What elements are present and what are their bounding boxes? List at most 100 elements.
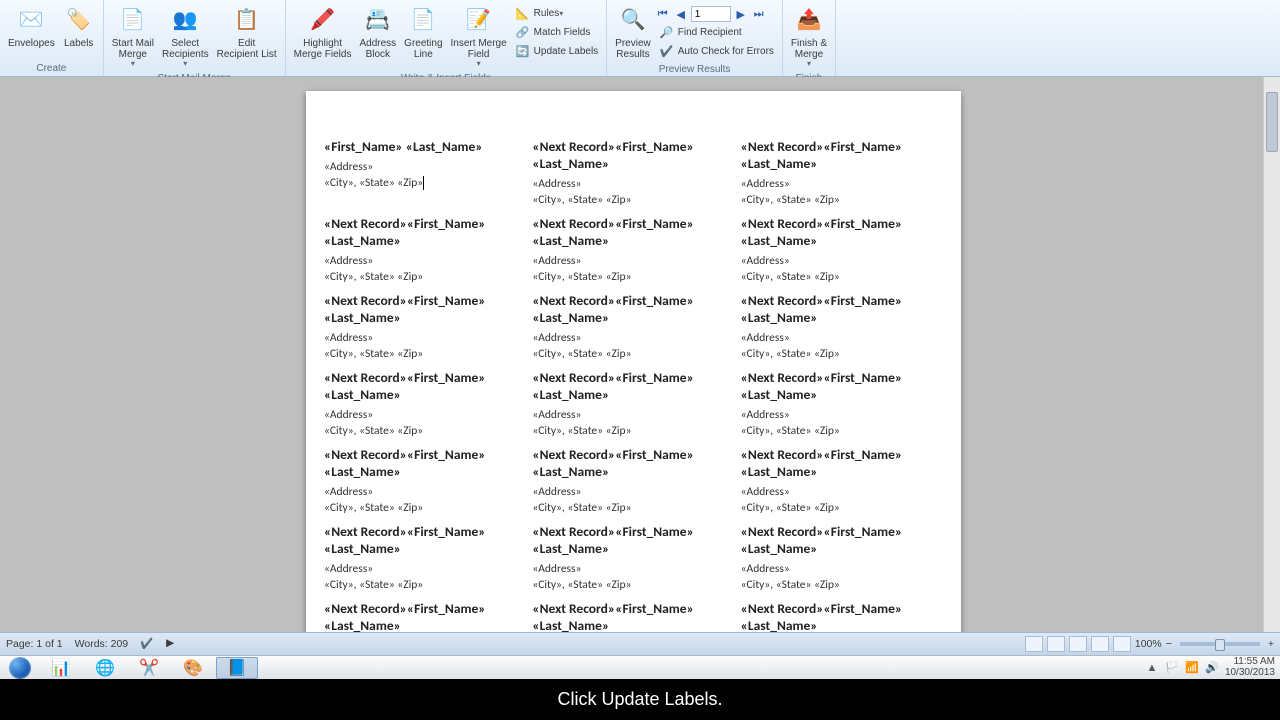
highlight-icon: 🖍️ — [307, 4, 339, 36]
auto-check-button[interactable]: ✔️ Auto Check for Errors — [655, 42, 778, 60]
word-count[interactable]: Words: 209 — [75, 638, 129, 650]
prev-record-button[interactable]: ◀ — [673, 6, 689, 22]
merge-field-citystate: «City», «State» «Zip» — [741, 501, 939, 515]
taskbar-paint-button[interactable]: 🎨 — [172, 657, 214, 679]
label-cell[interactable]: «Next Record»«First_Name» «Last_Name»«Ad… — [532, 601, 734, 632]
label-cell[interactable]: «Next Record»«First_Name» «Last_Name»«Ad… — [324, 524, 526, 601]
page-status[interactable]: Page: 1 of 1 — [6, 638, 63, 650]
tray-up-icon[interactable]: ▲ — [1145, 661, 1159, 675]
paint-icon: 🎨 — [183, 658, 203, 678]
recipients-icon: 👥 — [169, 4, 201, 36]
system-clock[interactable]: 11:55 AM 10/30/2013 — [1225, 657, 1278, 678]
start-mail-merge-button[interactable]: 📄 Start Mail Merge ▾ — [108, 2, 158, 71]
label-cell[interactable]: «Next Record»«First_Name» «Last_Name»«Ad… — [324, 293, 526, 370]
dropdown-arrow-icon: ▾ — [131, 60, 135, 69]
taskbar-word-button[interactable]: 📘 — [216, 657, 258, 679]
highlight-merge-button[interactable]: 🖍️ Highlight Merge Fields — [290, 2, 356, 71]
vertical-scrollbar[interactable] — [1263, 77, 1280, 632]
merge-field-citystate: «City», «State» «Zip» — [741, 193, 939, 207]
taskbar-chrome-button[interactable]: 🌐 — [84, 657, 126, 679]
merge-field-name: «Next Record»«First_Name» «Last_Name» — [741, 601, 939, 632]
label-cell[interactable]: «Next Record»«First_Name» «Last_Name»«Ad… — [532, 216, 734, 293]
next-record-button[interactable]: ▶ — [733, 6, 749, 22]
merge-field-name: «Next Record»«First_Name» «Last_Name» — [324, 293, 522, 327]
zoom-slider[interactable] — [1180, 642, 1260, 646]
label-cell[interactable]: «Next Record»«First_Name» «Last_Name»«Ad… — [741, 370, 943, 447]
clock-time: 11:55 AM — [1225, 657, 1275, 668]
finish-label: Finish & Merge — [791, 38, 827, 60]
tray-flag-icon[interactable]: 🏳️ — [1165, 661, 1179, 675]
insert-merge-field-button[interactable]: 📝 Insert Merge Field ▾ — [447, 2, 511, 71]
label-cell[interactable]: «Next Record»«First_Name» «Last_Name»«Ad… — [324, 216, 526, 293]
merge-field-name: «Next Record»«First_Name» «Last_Name» — [532, 447, 730, 481]
label-cell[interactable]: «Next Record»«First_Name» «Last_Name»«Ad… — [532, 524, 734, 601]
macro-icon[interactable]: ▶ — [166, 637, 180, 651]
merge-field-address: «Address» — [324, 408, 522, 422]
dropdown-arrow-icon: ▾ — [559, 9, 563, 18]
match-fields-button[interactable]: 🔗 Match Fields — [511, 23, 603, 41]
edit-recipient-label: Edit Recipient List — [217, 38, 277, 60]
first-record-button[interactable]: ⏮ — [655, 6, 671, 22]
draft-view-button[interactable] — [1113, 636, 1131, 652]
label-cell[interactable]: «Next Record»«First_Name» «Last_Name»«Ad… — [324, 601, 526, 632]
merge-field-address: «Address» — [532, 177, 730, 191]
zoom-level[interactable]: 100% — [1135, 638, 1162, 650]
print-layout-view-button[interactable] — [1025, 636, 1043, 652]
full-screen-view-button[interactable] — [1047, 636, 1065, 652]
preview-results-button[interactable]: 🔍 Preview Results — [611, 2, 655, 62]
label-cell[interactable]: «Next Record»«First_Name» «Last_Name»«Ad… — [741, 601, 943, 632]
outline-view-button[interactable] — [1091, 636, 1109, 652]
document-page[interactable]: «First_Name» «Last_Name»«Address»«City»,… — [306, 91, 961, 632]
scrollbar-thumb[interactable] — [1266, 92, 1278, 152]
label-cell[interactable]: «Next Record»«First_Name» «Last_Name»«Ad… — [741, 216, 943, 293]
dropdown-arrow-icon: ▾ — [477, 60, 481, 69]
label-cell[interactable]: «Next Record»«First_Name» «Last_Name»«Ad… — [324, 447, 526, 524]
merge-field-address: «Address» — [532, 562, 730, 576]
ribbon-group-write: 🖍️ Highlight Merge Fields 📇 Address Bloc… — [286, 0, 608, 76]
label-cell[interactable]: «Next Record»«First_Name» «Last_Name»«Ad… — [532, 293, 734, 370]
envelopes-button[interactable]: ✉️ Envelopes — [4, 2, 59, 61]
start-button[interactable] — [2, 657, 38, 679]
label-cell[interactable]: «Next Record»«First_Name» «Last_Name»«Ad… — [741, 139, 943, 216]
merge-field-address: «Address» — [324, 160, 522, 174]
label-cell[interactable]: «First_Name» «Last_Name»«Address»«City»,… — [324, 139, 526, 216]
update-labels-label: Update Labels — [534, 46, 599, 57]
greeting-line-button[interactable]: 📄 Greeting Line — [400, 2, 446, 71]
web-layout-view-button[interactable] — [1069, 636, 1087, 652]
label-cell[interactable]: «Next Record»«First_Name» «Last_Name»«Ad… — [741, 447, 943, 524]
label-cell[interactable]: «Next Record»«First_Name» «Last_Name»«Ad… — [532, 139, 734, 216]
application-window: ✉️ Envelopes 🏷️ Labels Create 📄 Start Ma… — [0, 0, 1280, 655]
rules-button[interactable]: 📐 Rules ▾ — [511, 4, 603, 22]
zoom-in-button[interactable]: + — [1268, 638, 1274, 650]
merge-field-address: «Address» — [741, 254, 939, 268]
tray-network-icon[interactable]: 📶 — [1185, 661, 1199, 675]
edit-recipient-list-button[interactable]: 📋 Edit Recipient List — [213, 2, 281, 71]
mail-merge-icon: 📄 — [117, 4, 149, 36]
tray-volume-icon[interactable]: 🔊 — [1205, 661, 1219, 675]
address-block-button[interactable]: 📇 Address Block — [355, 2, 400, 71]
record-number-input[interactable] — [691, 6, 731, 22]
merge-field-name: «Next Record»«First_Name» «Last_Name» — [324, 601, 522, 632]
find-recipient-button[interactable]: 🔎 Find Recipient — [655, 23, 778, 41]
label-cell[interactable]: «Next Record»«First_Name» «Last_Name»«Ad… — [741, 524, 943, 601]
taskbar-excel-button[interactable]: 📊 — [40, 657, 82, 679]
merge-field-address: «Address» — [532, 485, 730, 499]
last-record-button[interactable]: ⏭ — [751, 6, 767, 22]
greeting-label: Greeting Line — [404, 38, 442, 60]
merge-field-name: «Next Record»«First_Name» «Last_Name» — [532, 370, 730, 404]
update-labels-button[interactable]: 🔄 Update Labels — [511, 42, 603, 60]
select-recipients-button[interactable]: 👥 Select Recipients ▾ — [158, 2, 213, 71]
spellcheck-icon[interactable]: ✔️ — [140, 637, 154, 651]
finish-merge-button[interactable]: 📤 Finish & Merge ▾ — [787, 2, 831, 71]
ribbon-group-preview: 🔍 Preview Results ⏮ ◀ ▶ ⏭ 🔎 Find Recipie… — [607, 0, 783, 76]
status-bar: Page: 1 of 1 Words: 209 ✔️ ▶ 100% − + — [0, 632, 1280, 655]
label-cell[interactable]: «Next Record»«First_Name» «Last_Name»«Ad… — [532, 370, 734, 447]
label-cell[interactable]: «Next Record»«First_Name» «Last_Name» «Ad… — [532, 447, 734, 524]
label-cell[interactable]: «Next Record»«First_Name» «Last_Name»«Ad… — [324, 370, 526, 447]
ribbon: ✉️ Envelopes 🏷️ Labels Create 📄 Start Ma… — [0, 0, 1280, 77]
labels-button[interactable]: 🏷️ Labels — [59, 2, 99, 61]
merge-field-name: «Next Record»«First_Name» «Last_Name» — [324, 524, 522, 558]
taskbar-snip-button[interactable]: ✂️ — [128, 657, 170, 679]
zoom-out-button[interactable]: − — [1166, 638, 1172, 650]
label-cell[interactable]: «Next Record»«First_Name» «Last_Name»«Ad… — [741, 293, 943, 370]
